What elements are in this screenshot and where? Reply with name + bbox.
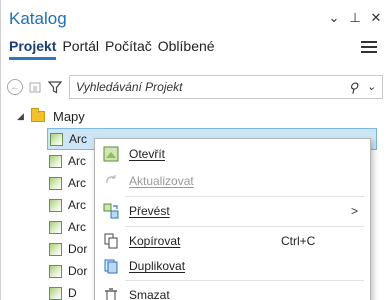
convert-icon [103, 203, 119, 219]
collapse-triangle-icon[interactable]: ◢ [17, 111, 31, 122]
open-map-icon [103, 146, 119, 162]
pane-title: Katalog [9, 9, 67, 28]
map-icon [49, 220, 62, 234]
map-icon [49, 198, 62, 212]
menu-item-label: Aktualizovat [129, 174, 194, 188]
map-icon [49, 154, 62, 168]
tree-item-label: Arc [68, 220, 86, 234]
pin-icon[interactable]: ⊥ [349, 11, 361, 24]
map-icon [49, 286, 62, 300]
back-button[interactable]: ← [5, 77, 25, 97]
map-icon [49, 264, 62, 278]
menu-item-copy[interactable]: Kopírovat Ctrl+C [95, 228, 372, 254]
map-icon [50, 132, 63, 146]
context-menu: Otevřít Aktualizovat Převést > Kopírovat… [94, 138, 371, 300]
menu-item-convert[interactable]: Převést > [95, 198, 372, 224]
search-input[interactable]: Vyhledávání Projekt ⚲ ⌄ [69, 75, 383, 99]
tree-item-label: Arc [68, 176, 86, 190]
menu-item-label: Smazat [129, 288, 170, 300]
map-icon [49, 242, 62, 256]
menu-item-label: Kopírovat [129, 234, 181, 248]
refresh-icon [103, 173, 119, 189]
tab-projekt[interactable]: Projekt [9, 38, 57, 60]
catalog-tabs: Projekt Portál Počítač Oblíbené [9, 38, 215, 60]
menu-separator [125, 280, 364, 281]
search-dropdown-icon[interactable]: ⌄ [367, 80, 376, 93]
copy-icon [103, 233, 119, 249]
close-icon[interactable]: ✕ [370, 11, 382, 24]
menu-item-label: Otevřít [129, 147, 166, 161]
folder-icon [31, 107, 45, 122]
tree-node-label: Mapy [53, 108, 85, 124]
home-button[interactable] [25, 77, 45, 97]
menu-separator [125, 196, 364, 197]
tree-item-label: Dor [68, 264, 88, 278]
home-icon [29, 82, 41, 93]
search-icon[interactable]: ⚲ [348, 80, 358, 96]
menu-item-open[interactable]: Otevřít [95, 141, 372, 167]
back-arrow-icon: ← [7, 79, 23, 95]
catalog-toolbar: ← Vyhledávání Projekt ⚲ ⌄ [5, 75, 383, 99]
hamburger-menu-icon[interactable] [361, 41, 377, 54]
menu-item-label: Duplikovat [129, 259, 186, 273]
window-buttons: ⌄ ⊥ ✕ [328, 11, 382, 24]
menu-separator [125, 226, 364, 227]
menu-item-delete[interactable]: Smazat [95, 282, 372, 300]
map-icon [49, 176, 62, 190]
tree-item-label: Arc [68, 198, 86, 212]
tree-item-label: Arc [68, 154, 86, 168]
menu-item-shortcut: Ctrl+C [281, 234, 316, 248]
duplicate-icon [103, 258, 119, 274]
pane-titlebar: Katalog ⌄ ⊥ ✕ [1, 0, 387, 36]
search-placeholder: Vyhledávání Projekt [76, 80, 183, 94]
tab-portal[interactable]: Portál [62, 38, 99, 60]
filter-icon [48, 81, 62, 94]
filter-button[interactable] [45, 77, 65, 97]
tree-item-label: Arc [69, 132, 87, 146]
tree-item-label: D [68, 286, 77, 300]
menu-item-duplicate[interactable]: Duplikovat [95, 253, 372, 279]
submenu-arrow-icon: > [350, 204, 358, 218]
trash-icon [103, 287, 119, 300]
tree-item-label: Dor [68, 242, 88, 256]
menu-item-refresh[interactable]: Aktualizovat [95, 168, 372, 194]
tree-node-mapy[interactable]: ◢ Mapy [17, 105, 85, 127]
menu-item-label: Převést [129, 204, 170, 218]
tab-pocitac[interactable]: Počítač [105, 38, 152, 60]
chevron-down-icon[interactable]: ⌄ [328, 11, 340, 24]
tab-oblibene[interactable]: Oblíbené [158, 38, 215, 60]
